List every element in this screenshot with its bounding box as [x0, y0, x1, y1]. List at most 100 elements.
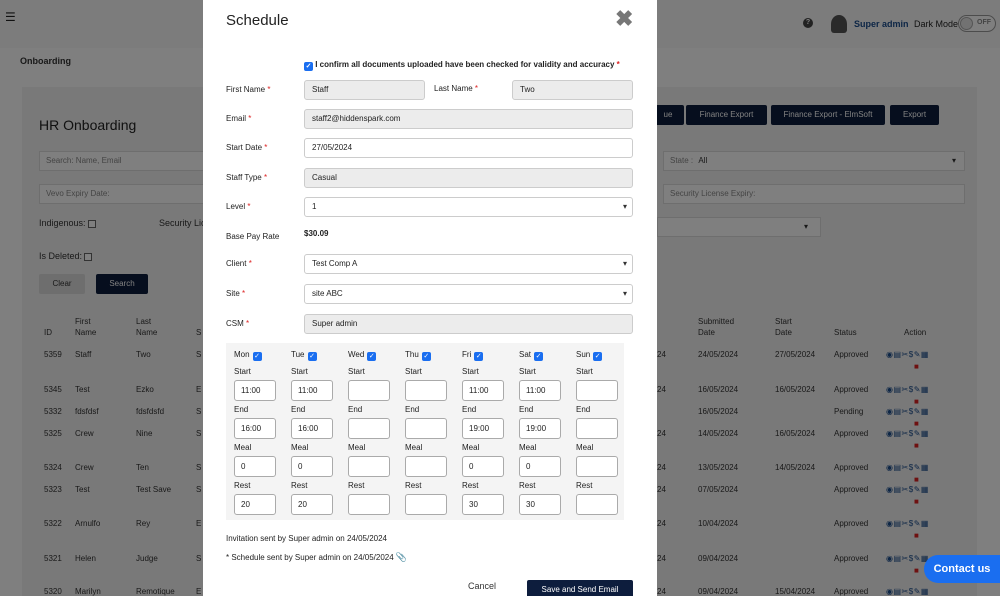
- last-name-field[interactable]: Two: [512, 80, 633, 100]
- day-name: Thu: [405, 350, 419, 359]
- meal-label: Meal: [348, 443, 366, 452]
- day-name: Tue: [291, 350, 305, 359]
- end-label: End: [519, 405, 534, 414]
- day-checkbox[interactable]: ✓: [474, 352, 484, 361]
- start-input[interactable]: [405, 380, 447, 401]
- rest-input[interactable]: 20: [234, 494, 276, 515]
- schedule-note-text: * Schedule sent by Super admin on 24/05/…: [226, 553, 394, 562]
- rest-input[interactable]: 30: [462, 494, 504, 515]
- day-header[interactable]: Mon ✓: [234, 350, 262, 361]
- day-header[interactable]: Thu ✓: [405, 350, 431, 361]
- day-header[interactable]: Sun ✓: [576, 350, 603, 361]
- meal-label: Meal: [576, 443, 594, 452]
- save-and-send-button[interactable]: Save and Send Email: [527, 580, 633, 596]
- end-input[interactable]: [348, 418, 390, 439]
- rest-label: Rest: [576, 481, 593, 490]
- level-select[interactable]: 1: [304, 197, 633, 217]
- staff-type-field[interactable]: Casual: [304, 168, 633, 188]
- first-name-label: First Name *: [226, 85, 270, 94]
- meal-input[interactable]: 0: [519, 456, 561, 477]
- day-name: Fri: [462, 350, 472, 359]
- required-marker: *: [474, 84, 479, 93]
- label-text: Email: [226, 114, 247, 123]
- confirm-row[interactable]: ✓ I confirm all documents uploaded have …: [304, 60, 620, 71]
- invitation-note: Invitation sent by Super admin on 24/05/…: [226, 534, 387, 543]
- label-text: Last Name: [434, 84, 473, 93]
- day-checkbox[interactable]: ✓: [307, 352, 317, 361]
- rest-input[interactable]: [348, 494, 390, 515]
- rest-label: Rest: [348, 481, 365, 490]
- meal-input[interactable]: [348, 456, 390, 477]
- day-header[interactable]: Tue ✓: [291, 350, 317, 361]
- client-select[interactable]: Test Comp A: [304, 254, 633, 274]
- schedule-note: * Schedule sent by Super admin on 24/05/…: [226, 552, 407, 563]
- start-date-field[interactable]: 27/05/2024: [304, 138, 633, 158]
- cancel-button[interactable]: Cancel: [468, 581, 496, 591]
- day-header[interactable]: Wed ✓: [348, 350, 377, 361]
- label-text: Staff Type: [226, 173, 262, 182]
- day-name: Mon: [234, 350, 250, 359]
- start-input[interactable]: 11:00: [234, 380, 276, 401]
- start-label: Start: [519, 367, 536, 376]
- meal-input[interactable]: 0: [234, 456, 276, 477]
- required-marker: *: [267, 85, 271, 94]
- site-label: Site *: [226, 289, 245, 298]
- email-label: Email *: [226, 114, 251, 123]
- end-label: End: [405, 405, 420, 414]
- day-name: Sat: [519, 350, 532, 359]
- start-label: Start: [405, 367, 422, 376]
- rest-input[interactable]: 30: [519, 494, 561, 515]
- schedule-modal: Schedule ✖ ✓ I confirm all documents upl…: [203, 0, 657, 596]
- csm-label: CSM *: [226, 319, 249, 328]
- confirm-text: I confirm all documents uploaded have be…: [315, 60, 615, 69]
- rest-input[interactable]: 20: [291, 494, 333, 515]
- start-input[interactable]: [576, 380, 618, 401]
- close-icon[interactable]: ✖: [615, 6, 633, 32]
- end-input[interactable]: 16:00: [291, 418, 333, 439]
- csm-field[interactable]: Super admin: [304, 314, 633, 334]
- paperclip-icon[interactable]: 📎: [396, 552, 407, 562]
- meal-label: Meal: [462, 443, 480, 452]
- end-label: End: [348, 405, 363, 414]
- meal-input[interactable]: 0: [291, 456, 333, 477]
- meal-input[interactable]: [405, 456, 447, 477]
- start-input[interactable]: 11:00: [291, 380, 333, 401]
- end-input[interactable]: 19:00: [519, 418, 561, 439]
- confirm-checkbox[interactable]: ✓: [304, 62, 313, 71]
- level-label: Level *: [226, 202, 250, 211]
- end-input[interactable]: 19:00: [462, 418, 504, 439]
- contact-us-button[interactable]: Contact us: [924, 555, 1000, 583]
- required-marker: *: [616, 60, 620, 69]
- modal-title: Schedule: [226, 12, 289, 29]
- required-marker: *: [248, 114, 252, 123]
- day-checkbox[interactable]: ✓: [534, 352, 544, 361]
- site-select[interactable]: site ABC: [304, 284, 633, 304]
- last-name-label: Last Name *: [434, 84, 478, 93]
- end-label: End: [291, 405, 306, 414]
- end-input[interactable]: [405, 418, 447, 439]
- start-input[interactable]: [348, 380, 390, 401]
- day-checkbox[interactable]: ✓: [367, 352, 377, 361]
- start-input[interactable]: 11:00: [519, 380, 561, 401]
- end-label: End: [234, 405, 249, 414]
- required-marker: *: [263, 173, 268, 182]
- email-field[interactable]: staff2@hiddenspark.com: [304, 109, 633, 129]
- required-marker: *: [248, 259, 252, 268]
- rest-label: Rest: [291, 481, 308, 490]
- meal-input[interactable]: [576, 456, 618, 477]
- start-label: Start: [234, 367, 251, 376]
- rest-label: Rest: [405, 481, 422, 490]
- day-checkbox[interactable]: ✓: [421, 352, 431, 361]
- start-label: Start: [291, 367, 308, 376]
- day-checkbox[interactable]: ✓: [252, 352, 262, 361]
- rest-input[interactable]: [576, 494, 618, 515]
- day-header[interactable]: Sat ✓: [519, 350, 544, 361]
- start-input[interactable]: 11:00: [462, 380, 504, 401]
- day-checkbox[interactable]: ✓: [593, 352, 603, 361]
- end-input[interactable]: 16:00: [234, 418, 276, 439]
- meal-input[interactable]: 0: [462, 456, 504, 477]
- first-name-field[interactable]: Staff: [304, 80, 425, 100]
- rest-input[interactable]: [405, 494, 447, 515]
- end-input[interactable]: [576, 418, 618, 439]
- day-header[interactable]: Fri ✓: [462, 350, 484, 361]
